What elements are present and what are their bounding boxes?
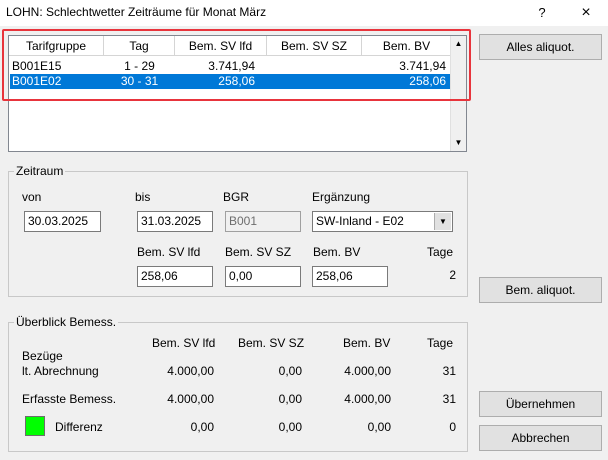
sv-lfd-input[interactable]: 258,06: [137, 266, 213, 287]
differenz-sv-sz: 0,00: [278, 420, 302, 434]
sv-sz-label: Bem. SV SZ: [225, 245, 292, 259]
chevron-down-icon[interactable]: ▼: [434, 213, 451, 230]
bezuege-sv-lfd: 4.000,00: [167, 364, 214, 378]
ergaenzung-value: SW-Inland - E02: [316, 214, 404, 228]
differenz-tage: 0: [449, 420, 456, 434]
sv-lfd-label: Bem. SV lfd: [137, 245, 201, 259]
von-label: von: [22, 190, 42, 204]
zeitraum-legend: Zeitraum: [14, 164, 66, 178]
bem-aliquot-button[interactable]: Bem. aliquot.: [479, 277, 602, 303]
erfasste-label: Erfasste Bemess.: [22, 392, 117, 406]
alles-aliquot-button[interactable]: Alles aliquot.: [479, 34, 602, 60]
scroll-down-icon[interactable]: ▼: [451, 135, 466, 151]
help-button[interactable]: ?: [522, 0, 562, 26]
ub-header-sv-sz: Bem. SV SZ: [238, 336, 305, 350]
abbrechen-button[interactable]: Abbrechen: [479, 425, 602, 451]
differenz-status-indicator: [25, 416, 45, 436]
uebernehmen-button[interactable]: Übernehmen: [479, 391, 602, 417]
differenz-bv: 0,00: [367, 420, 391, 434]
bezuege-label: Bezüge: [22, 349, 63, 363]
tage-value: 2: [449, 268, 456, 282]
close-button[interactable]: ×: [566, 0, 606, 26]
bis-label: bis: [135, 190, 151, 204]
window-title: LOHN: Schlechtwetter Zeiträume für Monat…: [6, 5, 267, 19]
ergaenzung-label: Ergänzung: [312, 190, 371, 204]
ueberblick-legend: Überblick Bemess.: [14, 315, 119, 329]
erfasste-bv: 4.000,00: [344, 392, 391, 406]
bgr-label: BGR: [223, 190, 250, 204]
bgr-input: B001: [225, 211, 301, 232]
sv-sz-input[interactable]: 0,00: [225, 266, 301, 287]
differenz-label: Differenz: [55, 420, 103, 434]
ub-header-tage: Tage: [427, 336, 454, 350]
von-input[interactable]: 30.03.2025: [24, 211, 101, 232]
bezuege-tage: 31: [442, 364, 456, 378]
bv-input[interactable]: 258,06: [312, 266, 388, 287]
ub-header-bv: Bem. BV: [343, 336, 391, 350]
ub-header-sv-lfd: Bem. SV lfd: [152, 336, 216, 350]
erfasste-sv-sz: 0,00: [278, 392, 302, 406]
bezuege-sv-sz: 0,00: [278, 364, 302, 378]
bezuege-label-2: lt. Abrechnung: [22, 364, 99, 378]
erfasste-sv-lfd: 4.000,00: [167, 392, 214, 406]
bis-input[interactable]: 31.03.2025: [137, 211, 213, 232]
title-bar: LOHN: Schlechtwetter Zeiträume für Monat…: [0, 0, 608, 26]
tage-label: Tage: [427, 245, 454, 259]
bezuege-bv: 4.000,00: [344, 364, 391, 378]
ergaenzung-select[interactable]: SW-Inland - E02 ▼: [312, 211, 453, 232]
bv-label: Bem. BV: [313, 245, 361, 259]
highlight-annotation: [2, 29, 471, 101]
differenz-sv-lfd: 0,00: [190, 420, 214, 434]
erfasste-tage: 31: [442, 392, 456, 406]
